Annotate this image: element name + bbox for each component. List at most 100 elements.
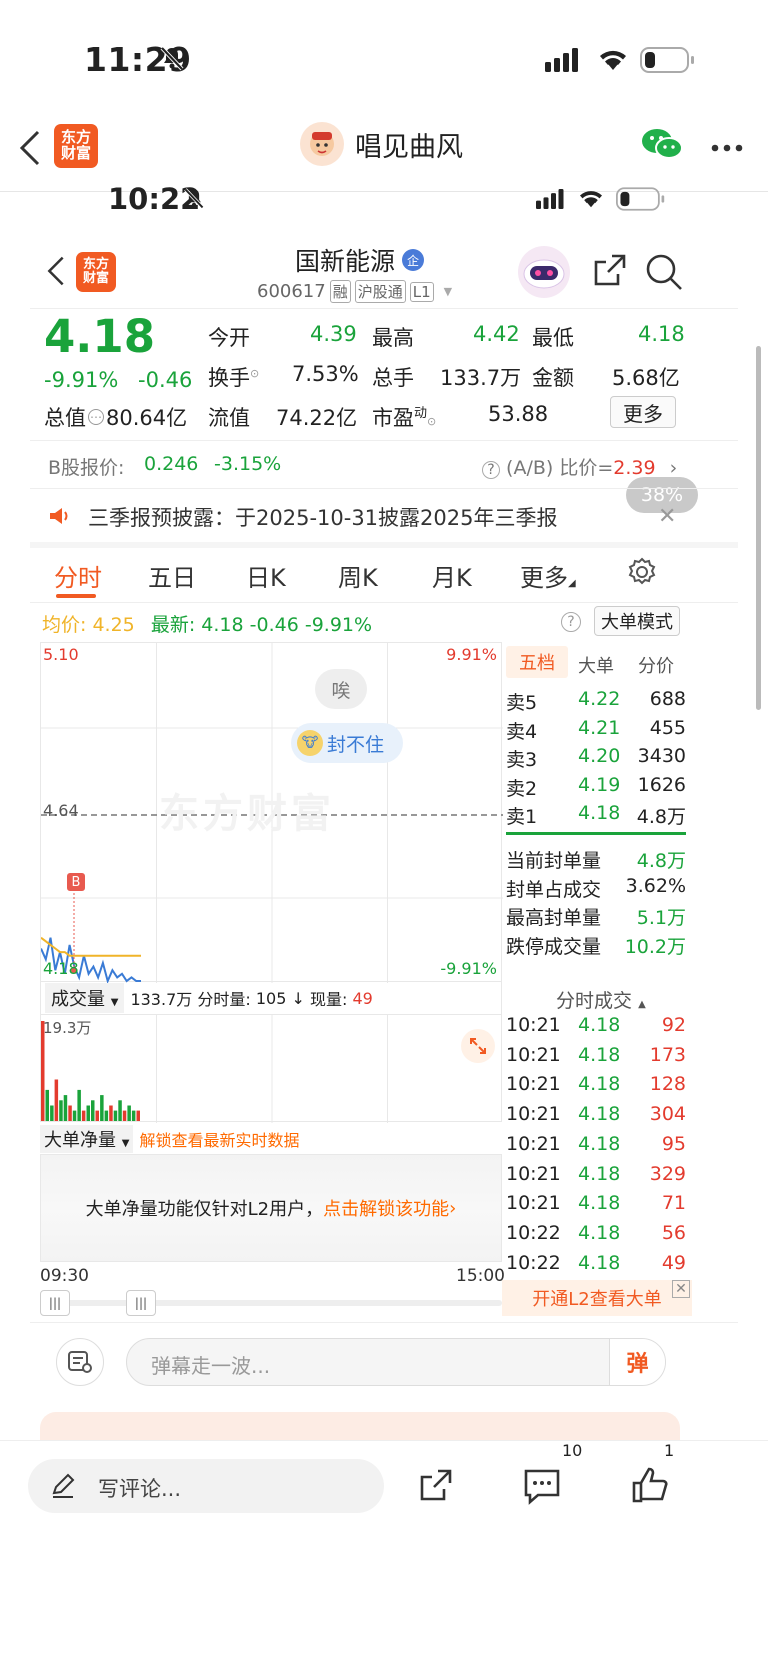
ask-label: 卖2	[506, 777, 538, 800]
arrow-down-icon: ↓	[291, 988, 305, 1008]
top-pct-label: 9.91%	[446, 645, 497, 664]
open-label: 今开	[208, 326, 250, 350]
chevron-down-icon[interactable]: ▼	[444, 285, 452, 298]
b-share-change: -3.15%	[214, 453, 282, 475]
comment-input[interactable]: 写评论...	[28, 1459, 384, 1513]
high-label: 最高	[372, 326, 414, 350]
limit-bubble[interactable]: 🐮 封不住	[291, 723, 403, 763]
change-value: -0.46	[138, 368, 193, 392]
share-icon[interactable]	[590, 252, 628, 294]
share-icon[interactable]	[416, 1467, 454, 1509]
trade-volume: 128	[649, 1073, 686, 1096]
settings-icon[interactable]	[626, 556, 658, 592]
more-icon[interactable]	[710, 138, 744, 157]
more-button[interactable]: 更多	[610, 396, 676, 428]
help-icon[interactable]: ?	[482, 461, 500, 479]
wechat-nav-bar: 东方 财富 唱见曲风	[0, 110, 768, 192]
trades-title[interactable]: 分时成交 ▲	[556, 986, 646, 1013]
open-value: 4.39	[310, 322, 357, 346]
b-marker[interactable]: B	[67, 873, 85, 891]
l2-banner[interactable]: 开通L2查看大单	[502, 1280, 692, 1316]
volume-chart[interactable]: 19.3万	[40, 1014, 502, 1123]
seal-stat-value: 5.1万	[636, 907, 686, 929]
tab-day-k[interactable]: 日K	[246, 558, 286, 593]
ai-robot-icon[interactable]	[518, 246, 570, 298]
inner-wifi-icon	[576, 187, 606, 213]
volume-bar	[122, 1110, 127, 1121]
danmu-settings-icon[interactable]	[56, 1338, 104, 1386]
volume-header: 成交量 ▼ 133.7万 分时量: 105 ↓ 现量: 49	[40, 982, 502, 1014]
trade-volume: 173	[649, 1043, 686, 1066]
volume-label: 总手	[372, 366, 414, 390]
info-icon[interactable]: ⋯	[88, 409, 104, 425]
ask-volume: 4.8万	[636, 806, 686, 828]
net-big-locked-panel[interactable]: 大单净量功能仅针对L2用户， 点击解锁该功能 ›	[40, 1154, 502, 1262]
danmu-send-button[interactable]: 弹	[609, 1339, 665, 1385]
volume-bar	[77, 1089, 81, 1121]
inner-mute-icon	[182, 186, 206, 214]
turnover-info-icon[interactable]: ⊙	[250, 367, 259, 380]
seal-stat-label: 封单占成交	[506, 878, 602, 901]
trade-price: 4.18	[578, 1103, 621, 1126]
app-logo[interactable]: 东方 财富	[54, 124, 98, 168]
like-icon[interactable]	[630, 1465, 670, 1509]
wifi-icon	[596, 46, 630, 76]
intraday-chart[interactable]: 东方财富 5.10 9.91% 4.64 4.18 -9.91% 唉 🐮 封不住…	[40, 642, 503, 983]
float-value: 74.22亿	[276, 406, 358, 430]
stock-back-icon[interactable]	[46, 254, 66, 292]
float-label: 流值	[208, 406, 250, 430]
tab-five-day[interactable]: 五日	[148, 558, 196, 593]
range-slider-right-handle[interactable]: |||	[126, 1290, 156, 1316]
ab-ratio[interactable]: ? (A/B) 比价=2.39 ›	[482, 453, 677, 480]
volume-bar	[63, 1095, 68, 1121]
unlock-feature-link[interactable]: 点击解锁该功能	[323, 1195, 449, 1221]
tab-price-dist[interactable]: 分价	[638, 652, 674, 678]
trade-time: 10:21	[506, 1132, 561, 1155]
search-icon[interactable]	[644, 252, 684, 296]
stock-name: 国新能源	[295, 247, 396, 276]
time-axis-start: 09:30	[40, 1266, 89, 1286]
trade-row: 10:21 4.18 71	[506, 1192, 686, 1222]
sigh-bubble[interactable]: 唉	[315, 669, 367, 709]
notice-text[interactable]: 三季报预披露：于2025-10-31披露2025年三季报	[88, 502, 557, 532]
wechat-icon[interactable]	[640, 126, 684, 166]
tab-five-level[interactable]: 五档	[506, 646, 568, 678]
latest-pct: -9.91%	[304, 614, 373, 636]
comment-icon[interactable]	[522, 1467, 562, 1509]
net-big-select[interactable]: 大单净量 ▼	[40, 1125, 134, 1153]
trade-row: 10:22 4.18 49	[506, 1252, 686, 1282]
seal-stat-label: 当前封单量	[506, 850, 602, 872]
volume-bar	[100, 1095, 104, 1121]
close-icon[interactable]: ✕	[672, 1280, 690, 1298]
close-icon[interactable]: ✕	[658, 504, 676, 529]
pe-info-icon[interactable]: ⊙	[427, 415, 436, 428]
range-slider-left-handle[interactable]: |||	[40, 1290, 70, 1316]
scrollbar[interactable]	[756, 346, 761, 710]
trade-time: 10:21	[506, 1162, 561, 1185]
unlock-link[interactable]: 解锁查看最新实时数据	[139, 1127, 299, 1151]
tab-more[interactable]: 更多◢	[520, 558, 576, 593]
mid-price-label: 4.64	[43, 801, 79, 820]
ab-ratio-value: 2.39	[613, 457, 656, 479]
ask-label: 卖3	[506, 749, 538, 771]
seal-stat-label: 最高封单量	[506, 907, 602, 929]
big-order-mode-button[interactable]: 大单模式	[594, 606, 680, 636]
tab-week-k[interactable]: 周K	[338, 558, 378, 593]
trade-volume: 95	[661, 1132, 686, 1155]
tab-big-order[interactable]: 大单	[578, 652, 614, 678]
range-slider-track[interactable]	[40, 1300, 502, 1306]
tab-minute[interactable]: 分时	[54, 558, 102, 593]
help-icon[interactable]: ?	[561, 612, 581, 632]
volume-select[interactable]: 成交量 ▼	[45, 983, 125, 1013]
caret-down-icon: ▼	[110, 997, 119, 1008]
expand-icon[interactable]	[461, 1029, 495, 1063]
trade-row: 10:21 4.18 95	[506, 1133, 686, 1163]
battery-icon	[640, 46, 696, 78]
danmu-input[interactable]: 弹幕走一波... 弹	[126, 1338, 666, 1386]
avatar	[300, 122, 344, 166]
stock-app-logo[interactable]: 东方 财富	[76, 252, 116, 292]
back-icon[interactable]	[18, 128, 42, 172]
tab-month-k[interactable]: 月K	[432, 558, 472, 593]
volume-bar	[81, 1110, 86, 1121]
bottom-price-label: 4.18	[43, 959, 79, 978]
